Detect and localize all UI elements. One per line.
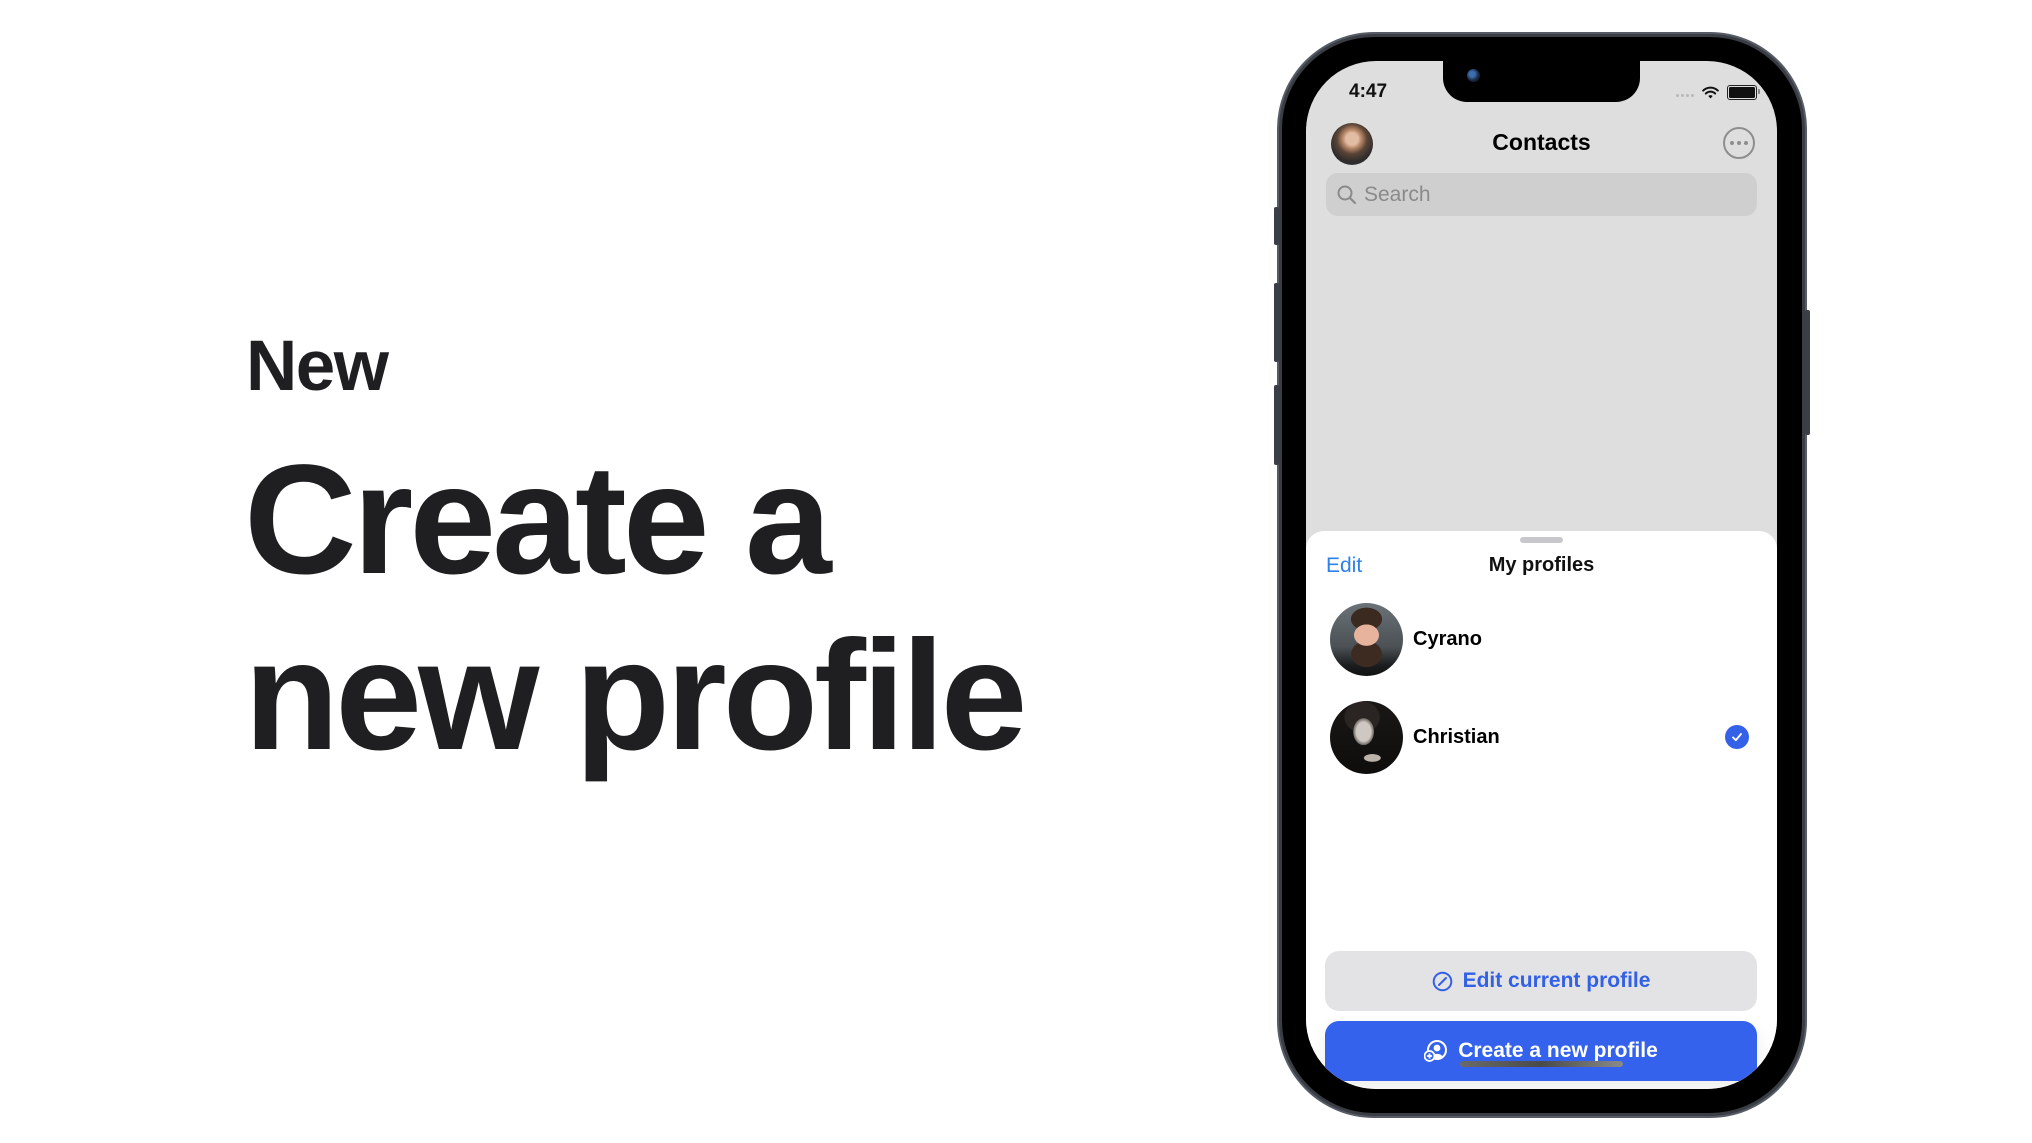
cellular-signal-icon	[1676, 88, 1694, 97]
notch	[1443, 61, 1640, 102]
edit-icon	[1432, 971, 1452, 991]
search-icon	[1337, 185, 1357, 204]
phone-screen: 4:47 Contacts Search Edit My profiles Cy…	[1306, 61, 1777, 1089]
status-icons	[1676, 85, 1760, 100]
profile-name: Christian	[1413, 725, 1500, 748]
camera-icon	[1467, 69, 1480, 82]
profile-row-christian[interactable]: Christian	[1330, 700, 1757, 774]
avatar	[1330, 602, 1403, 676]
create-new-profile-button[interactable]: Create a new profile	[1325, 1021, 1757, 1081]
hero-title-line-2: new profile	[244, 609, 1027, 783]
search-placeholder: Search	[1364, 182, 1431, 206]
more-options-icon[interactable]	[1723, 127, 1755, 159]
checkmark-icon	[1725, 725, 1749, 749]
sheet-title: My profiles	[1488, 554, 1595, 576]
add-person-icon	[1424, 1040, 1448, 1062]
my-profiles-sheet: Edit My profiles Cyrano Christian Edit c…	[1306, 531, 1777, 1089]
sheet-grabber[interactable]	[1520, 537, 1563, 543]
edit-current-profile-label: Edit current profile	[1462, 969, 1651, 992]
profile-row-cyrano[interactable]: Cyrano	[1330, 602, 1757, 676]
power-button	[1805, 310, 1810, 435]
volume-up-button	[1274, 283, 1279, 362]
hero-title: Create a new profile	[244, 432, 1027, 784]
status-time: 4:47	[1349, 81, 1388, 102]
search-input[interactable]: Search	[1326, 173, 1757, 216]
edit-current-profile-button[interactable]: Edit current profile	[1325, 951, 1757, 1011]
nav-title: Contacts	[1492, 129, 1591, 155]
volume-down-button	[1274, 385, 1279, 465]
wifi-icon	[1702, 86, 1719, 99]
home-indicator[interactable]	[1460, 1061, 1623, 1067]
avatar	[1330, 700, 1403, 774]
profile-name: Cyrano	[1413, 627, 1482, 650]
phone-frame: 4:47 Contacts Search Edit My profiles Cy…	[1274, 37, 1810, 1113]
battery-icon	[1727, 85, 1760, 100]
create-new-profile-label: Create a new profile	[1458, 1039, 1658, 1062]
hero-kicker: New	[246, 327, 389, 406]
silent-switch	[1274, 207, 1279, 245]
hero-title-line-1: Create a	[244, 433, 832, 607]
